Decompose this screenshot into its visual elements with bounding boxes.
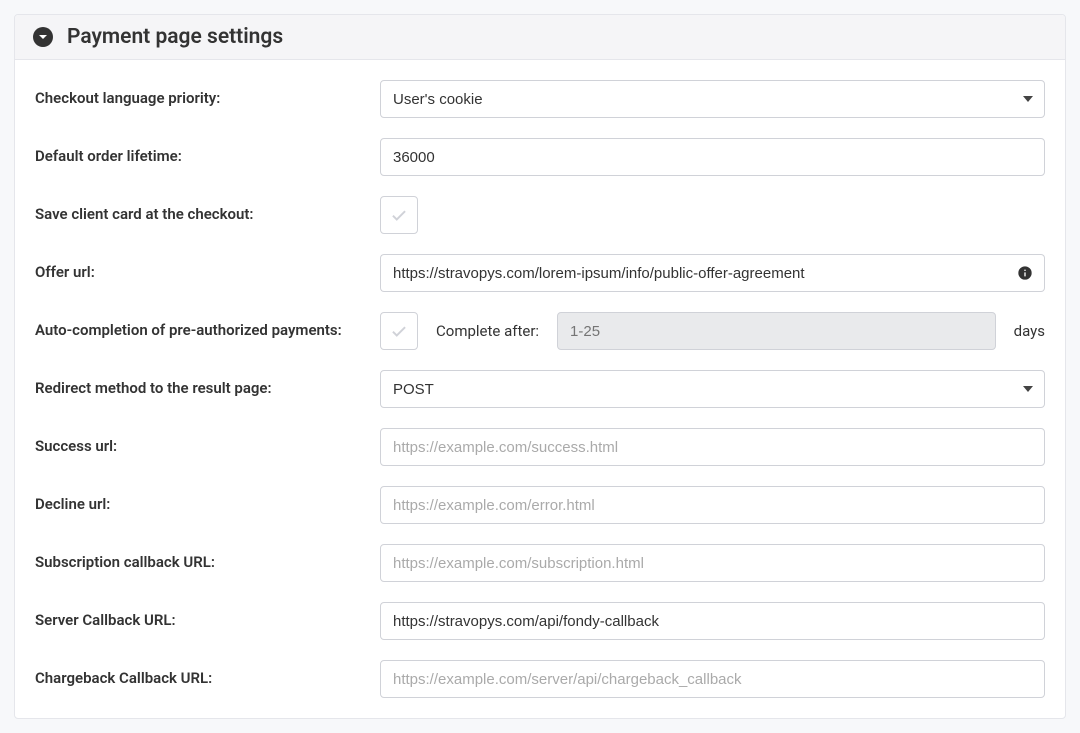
- input-server-callback-url[interactable]: [380, 602, 1045, 640]
- chevron-down-icon: [33, 27, 53, 47]
- input-decline-url[interactable]: [380, 486, 1045, 524]
- input-offer-url[interactable]: [380, 254, 1005, 292]
- row-decline-url: Decline url:: [35, 486, 1045, 524]
- offer-url-info-button[interactable]: [1005, 254, 1045, 292]
- label-days: days: [1014, 322, 1045, 340]
- row-save-client-card: Save client card at the checkout:: [35, 196, 1045, 234]
- select-redirect-method[interactable]: POST: [380, 370, 1045, 408]
- select-redirect-method-wrap: POST: [380, 370, 1045, 408]
- label-chargeback-callback-url: Chargeback Callback URL:: [35, 660, 380, 689]
- label-save-client-card: Save client card at the checkout:: [35, 196, 380, 225]
- row-auto-completion: Auto-completion of pre-authorized paymen…: [35, 312, 1045, 350]
- label-checkout-language-priority: Checkout language priority:: [35, 80, 380, 109]
- checkbox-auto-completion[interactable]: [380, 312, 418, 350]
- label-subscription-callback-url: Subscription callback URL:: [35, 544, 380, 573]
- row-default-order-lifetime: Default order lifetime:: [35, 138, 1045, 176]
- select-checkout-language-priority[interactable]: User's cookie: [380, 80, 1045, 118]
- check-icon: [390, 322, 408, 340]
- info-icon: [1017, 265, 1033, 281]
- label-server-callback-url: Server Callback URL:: [35, 602, 380, 631]
- row-redirect-method: Redirect method to the result page: POST: [35, 370, 1045, 408]
- row-chargeback-callback-url: Chargeback Callback URL:: [35, 660, 1045, 698]
- input-subscription-callback-url[interactable]: [380, 544, 1045, 582]
- row-checkout-language-priority: Checkout language priority: User's cooki…: [35, 80, 1045, 118]
- check-icon: [390, 206, 408, 224]
- label-complete-after: Complete after:: [436, 322, 539, 340]
- input-complete-after[interactable]: [557, 312, 996, 350]
- panel-header[interactable]: Payment page settings: [15, 15, 1065, 60]
- label-redirect-method: Redirect method to the result page:: [35, 370, 380, 399]
- label-auto-completion: Auto-completion of pre-authorized paymen…: [35, 312, 380, 341]
- input-chargeback-callback-url[interactable]: [380, 660, 1045, 698]
- row-success-url: Success url:: [35, 428, 1045, 466]
- row-server-callback-url: Server Callback URL:: [35, 602, 1045, 640]
- row-offer-url: Offer url:: [35, 254, 1045, 292]
- payment-settings-panel: Payment page settings Checkout language …: [14, 14, 1066, 719]
- input-success-url[interactable]: [380, 428, 1045, 466]
- panel-body: Checkout language priority: User's cooki…: [15, 60, 1065, 718]
- label-decline-url: Decline url:: [35, 486, 380, 515]
- label-success-url: Success url:: [35, 428, 380, 457]
- input-default-order-lifetime[interactable]: [380, 138, 1045, 176]
- checkbox-save-client-card[interactable]: [380, 196, 418, 234]
- select-checkout-language-priority-wrap: User's cookie: [380, 80, 1045, 118]
- row-subscription-callback-url: Subscription callback URL:: [35, 544, 1045, 582]
- label-default-order-lifetime: Default order lifetime:: [35, 138, 380, 167]
- offer-url-group: [380, 254, 1045, 292]
- panel-title: Payment page settings: [67, 25, 283, 49]
- label-offer-url: Offer url:: [35, 254, 380, 283]
